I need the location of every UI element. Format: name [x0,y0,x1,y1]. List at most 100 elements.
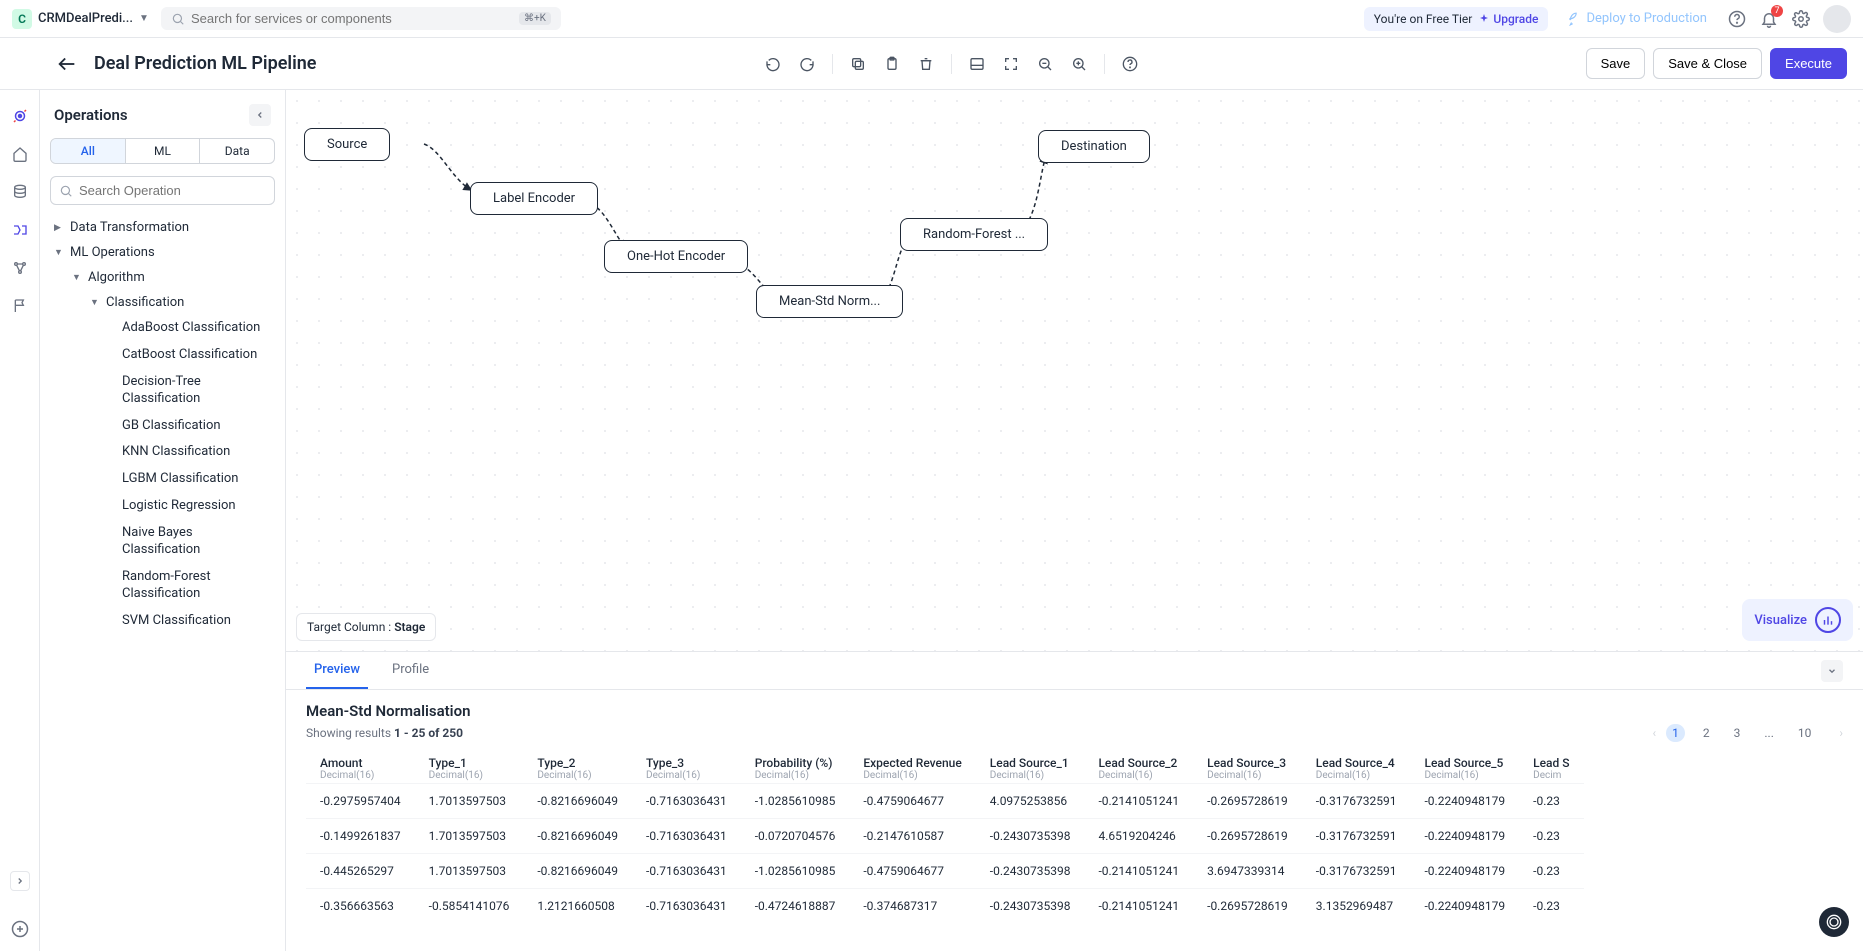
save-close-button[interactable]: Save & Close [1653,48,1762,79]
settings-icon[interactable] [1791,9,1811,29]
rail-graph-icon[interactable] [10,258,30,278]
page-1[interactable]: 1 [1666,724,1685,742]
table-cell: 3.6947339314 [1193,854,1302,889]
paste-button[interactable] [877,49,907,79]
tree-leaf-4[interactable]: KNN Classification [104,439,275,466]
save-button[interactable]: Save [1586,48,1646,79]
page-header: Deal Prediction ML Pipeline Save Save & … [0,38,1863,90]
rail-home-icon[interactable] [10,144,30,164]
node-source[interactable]: Source [304,128,390,161]
tree-leaf-9[interactable]: SVM Classification [104,608,275,635]
tree-data-transformation[interactable]: ▶ Data Transformation [50,215,275,240]
tree-ml-operations[interactable]: ▼ ML Operations [50,240,275,265]
table-cell: -0.2240948179 [1410,784,1519,819]
column-header: Lead Source_3Decimal(16) [1193,750,1302,784]
toolbar [758,49,1145,79]
pipeline-wires [286,90,1863,651]
deploy-button[interactable]: Deploy to Production [1560,7,1715,30]
table-cell: -0.8216696049 [523,784,632,819]
tree-leaf-6[interactable]: Logistic Regression [104,493,275,520]
segment-ml[interactable]: ML [126,139,201,163]
zoom-out-button[interactable] [1030,49,1060,79]
tree-classification[interactable]: ▼ Classification [86,290,275,315]
node-onehot-encoder[interactable]: One-Hot Encoder [604,240,748,273]
table-cell: -0.2240948179 [1410,854,1519,889]
page-next[interactable]: › [1839,726,1843,740]
redo-button[interactable] [792,49,822,79]
results-count: Showing results 1 - 25 of 250 [306,726,463,740]
topbar: C CRMDealPredi... ▼ ⌘+K You're on Free T… [0,0,1863,38]
tier-badge: You're on Free Tier Upgrade [1364,7,1549,31]
delete-button[interactable] [911,49,941,79]
collapse-sidebar-button[interactable] [249,104,271,126]
help-icon[interactable] [1727,9,1747,29]
undo-button[interactable] [758,49,788,79]
rail-pipeline-icon[interactable] [10,220,30,240]
project-selector[interactable]: C CRMDealPredi... ▼ [12,9,149,29]
tree-leaf-8[interactable]: Random-Forest Classification [104,564,275,608]
zoom-in-button[interactable] [1064,49,1094,79]
visualize-button[interactable]: Visualize [1742,599,1853,641]
tree-leaf-3[interactable]: GB Classification [104,413,275,440]
node-meanstd-norm[interactable]: Mean-Std Norm... [756,285,903,318]
segment-control: All ML Data [50,138,275,164]
table-cell: -0.3176732591 [1302,819,1411,854]
rail-database-icon[interactable] [10,182,30,202]
tab-profile[interactable]: Profile [384,652,437,689]
table-cell: -0.4759064677 [849,784,975,819]
panel-toggle-button[interactable] [962,49,992,79]
node-random-forest[interactable]: Random-Forest ... [900,218,1048,251]
rail-add-icon[interactable] [10,919,30,939]
operation-search[interactable] [50,176,275,205]
table-cell: -0.3176732591 [1302,854,1411,889]
execute-button[interactable]: Execute [1770,48,1847,79]
target-column-chip: Target Column : Stage [296,613,436,641]
table-cell: -0.23 [1519,819,1583,854]
tab-preview[interactable]: Preview [306,652,368,689]
table-cell: -0.2141051241 [1084,889,1193,924]
panel-toggle-button[interactable] [1821,660,1843,682]
segment-data[interactable]: Data [200,139,274,163]
global-search[interactable]: ⌘+K [161,7,561,30]
back-button[interactable] [56,53,78,75]
node-destination[interactable]: Destination [1038,130,1150,163]
node-label-encoder[interactable]: Label Encoder [470,182,598,215]
table-cell: -0.374687317 [849,889,975,924]
table-row: -0.14992618371.7013597503-0.8216696049-0… [306,819,1584,854]
page-prev[interactable]: ‹ [1653,726,1657,740]
help-tool-button[interactable] [1115,49,1145,79]
rail-flag-icon[interactable] [10,296,30,316]
tree-algorithm[interactable]: ▼ Algorithm [68,265,275,290]
copy-button[interactable] [843,49,873,79]
fab-button[interactable] [1819,907,1849,937]
upgrade-link[interactable]: Upgrade [1478,12,1538,26]
segment-all[interactable]: All [51,139,126,163]
tree-leaf-7[interactable]: Naive Bayes Classification [104,520,275,564]
page-2[interactable]: 2 [1697,724,1716,742]
page-10[interactable]: 10 [1792,724,1818,742]
rail-ai-icon[interactable] [10,106,30,126]
table-cell: 1.7013597503 [415,819,524,854]
column-header: Lead Source_2Decimal(16) [1084,750,1193,784]
chevron-down-icon: ▼ [54,247,64,258]
data-table: AmountDecimal(16)Type_1Decimal(16)Type_2… [306,750,1584,923]
tree-leaf-0[interactable]: AdaBoost Classification [104,315,275,342]
operation-search-input[interactable] [79,183,266,198]
fullscreen-button[interactable] [996,49,1026,79]
left-rail [0,90,40,951]
notifications-icon[interactable]: 7 [1759,9,1779,29]
column-header: Type_3Decimal(16) [632,750,741,784]
tree-leaf-5[interactable]: LGBM Classification [104,466,275,493]
preview-title: Mean-Std Normalisation [306,702,1843,720]
column-header: Expected RevenueDecimal(16) [849,750,975,784]
rail-expand-icon[interactable] [10,871,30,891]
page-...[interactable]: ... [1758,724,1780,742]
page-3[interactable]: 3 [1728,724,1747,742]
pipeline-canvas[interactable]: Source Label Encoder One-Hot Encoder Mea… [286,90,1863,651]
project-icon: C [12,9,32,29]
tree-leaf-2[interactable]: Decision-Tree Classification [104,369,275,413]
tree-leaf-1[interactable]: CatBoost Classification [104,342,275,369]
search-input[interactable] [191,11,513,26]
avatar[interactable] [1823,5,1851,33]
search-icon [59,184,73,198]
